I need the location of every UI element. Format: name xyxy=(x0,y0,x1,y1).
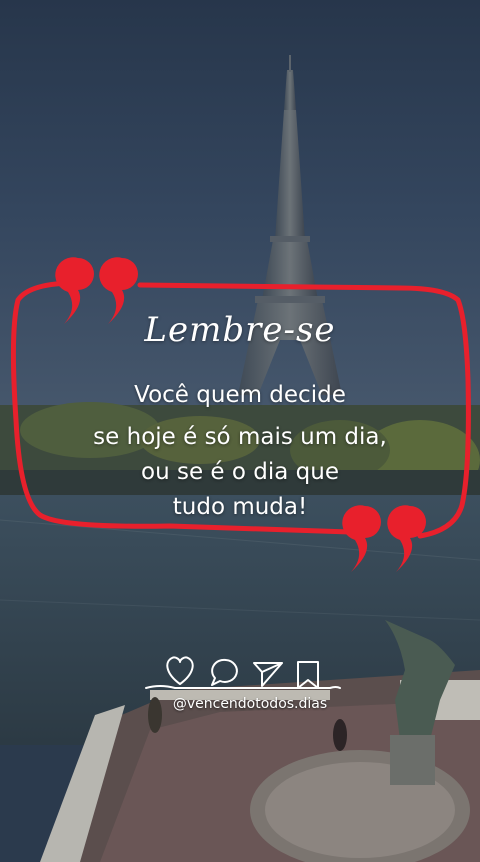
quote-line: se hoje é só mais um dia, xyxy=(93,424,387,450)
quote-line: ou se é o dia que xyxy=(141,459,339,485)
instagram-handle[interactable]: @vencendotodos.dias xyxy=(150,696,350,712)
quote-line: Você quem decide xyxy=(134,382,346,408)
title-lembre-se: Lembre-se xyxy=(144,310,336,350)
quote-line: tudo muda! xyxy=(172,494,308,520)
story-canvas: Lembre-se Você quem decide se hoje é só … xyxy=(0,0,480,862)
